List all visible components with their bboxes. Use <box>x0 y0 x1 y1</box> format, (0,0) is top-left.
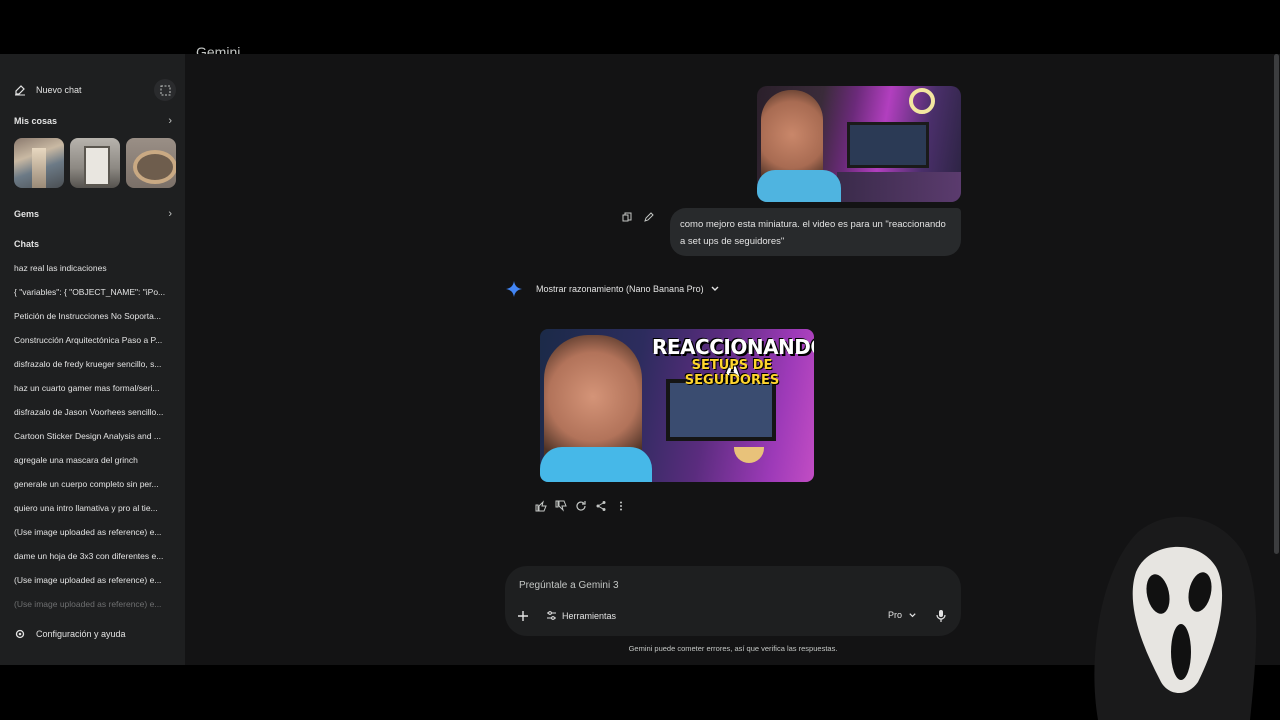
image-desk <box>837 172 961 202</box>
tools-button[interactable]: Herramientas <box>546 610 616 621</box>
chat-item[interactable]: Cartoon Sticker Design Analysis and ... <box>14 428 172 452</box>
gems-label: Gems <box>14 209 40 219</box>
chat-item[interactable]: (Use image uploaded as reference) e... <box>14 572 172 596</box>
thumbnail-street[interactable] <box>14 138 64 188</box>
my-stuff-section[interactable]: Mis cosas › <box>14 115 172 127</box>
chevron-down-icon <box>909 612 916 617</box>
my-stuff-thumbnails <box>14 138 176 188</box>
chevron-right-icon: › <box>168 115 172 127</box>
more-options-icon[interactable] <box>615 500 627 512</box>
thumbs-down-icon[interactable] <box>555 500 567 512</box>
chat-item[interactable]: Petición de Instrucciones No Soporta... <box>14 308 172 332</box>
show-reasoning-toggle[interactable]: Mostrar razonamiento (Nano Banana Pro) <box>506 281 720 297</box>
chat-item[interactable]: (Use image uploaded as reference) e... <box>14 596 172 620</box>
image-ring-light <box>909 88 935 114</box>
chats-heading-label: Chats <box>14 239 40 249</box>
copy-icon[interactable] <box>622 212 632 222</box>
image-shirt <box>757 170 841 202</box>
share-icon[interactable] <box>595 500 607 512</box>
thumbs-up-icon[interactable] <box>535 500 547 512</box>
chat-item[interactable]: haz real las indicaciones <box>14 260 172 284</box>
image-monitor <box>666 379 776 441</box>
chat-item[interactable]: dame un hoja de 3x3 con diferentes e... <box>14 548 172 572</box>
prompt-composer: Pregúntale a Gemini 3 Herramientas Pro <box>505 566 961 636</box>
model-selector[interactable]: Pro <box>888 610 917 620</box>
gear-icon <box>15 629 25 639</box>
user-message-actions <box>622 212 654 222</box>
edit-icon[interactable] <box>644 212 654 222</box>
chat-item[interactable]: { "variables": { "OBJECT_NAME": "iPo... <box>14 284 172 308</box>
chat-item[interactable]: quiero una intro llamativa y pro al tie.… <box>14 500 172 524</box>
tools-label: Herramientas <box>562 610 617 621</box>
my-stuff-label: Mis cosas <box>14 116 58 126</box>
top-bar: Gemini <box>0 0 1280 60</box>
reasoning-label: Mostrar razonamiento (Nano Banana Pro) <box>536 284 704 294</box>
image-monitor <box>847 122 929 168</box>
chevron-down-icon <box>711 286 719 291</box>
chats-heading: Chats <box>14 239 172 249</box>
gemini-sparkle-icon <box>506 281 522 297</box>
add-icon[interactable] <box>517 610 529 622</box>
image-shirt <box>540 447 652 482</box>
ghostface-overlay <box>1094 516 1257 720</box>
response-actions <box>535 500 627 512</box>
chat-list: haz real las indicaciones { "variables":… <box>14 260 172 620</box>
chat-item[interactable]: (Use image uploaded as reference) e... <box>14 524 172 548</box>
temporary-chat-icon <box>160 85 170 95</box>
thumbnail-building[interactable] <box>70 138 120 188</box>
uploaded-thumbnail-image[interactable] <box>757 86 961 202</box>
temporary-chat-button[interactable] <box>154 79 176 101</box>
disclaimer: Gemini puede cometer errores, así que ve… <box>628 644 838 653</box>
generated-thumbnail-image[interactable]: REACCIONANDO A SETUPS DE SEGUIDORES <box>540 329 814 482</box>
chat-item[interactable]: disfrazalo de fredy krueger sencillo, s.… <box>14 356 172 380</box>
settings-label: Configuración y ayuda <box>36 629 126 639</box>
new-chat-label: Nuevo chat <box>36 85 82 95</box>
sidebar: Nuevo chat Mis cosas › Gems › Chats haz … <box>0 54 185 665</box>
settings-help-button[interactable]: Configuración y ayuda <box>14 628 126 640</box>
image-bowl <box>734 447 764 463</box>
chat-item[interactable]: haz un cuarto gamer mas formal/seri... <box>14 380 172 404</box>
chat-item[interactable]: Construcción Arquitectónica Paso a P... <box>14 332 172 356</box>
model-label: Pro <box>888 610 903 620</box>
microphone-icon[interactable] <box>935 609 947 623</box>
tools-sliders-icon <box>547 611 556 620</box>
chat-item[interactable]: disfrazalo de Jason Voorhees sencillo... <box>14 404 172 428</box>
scrollbar[interactable] <box>1274 54 1279 554</box>
regenerate-icon[interactable] <box>575 500 587 512</box>
image-headline-2: SETUPS DE SEGUIDORES <box>684 358 780 388</box>
thumbnail-colosseum[interactable] <box>126 138 176 188</box>
chat-item[interactable]: agregale una mascara del grinch <box>14 452 172 476</box>
prompt-input[interactable]: Pregúntale a Gemini 3 <box>519 580 619 591</box>
gems-section[interactable]: Gems › <box>14 208 172 220</box>
edit-icon <box>15 85 25 96</box>
chevron-right-icon: › <box>168 208 172 220</box>
user-message-bubble: como mejoro esta miniatura. el video es … <box>670 208 961 256</box>
chat-item[interactable]: generale un cuerpo completo sin per... <box>14 476 172 500</box>
